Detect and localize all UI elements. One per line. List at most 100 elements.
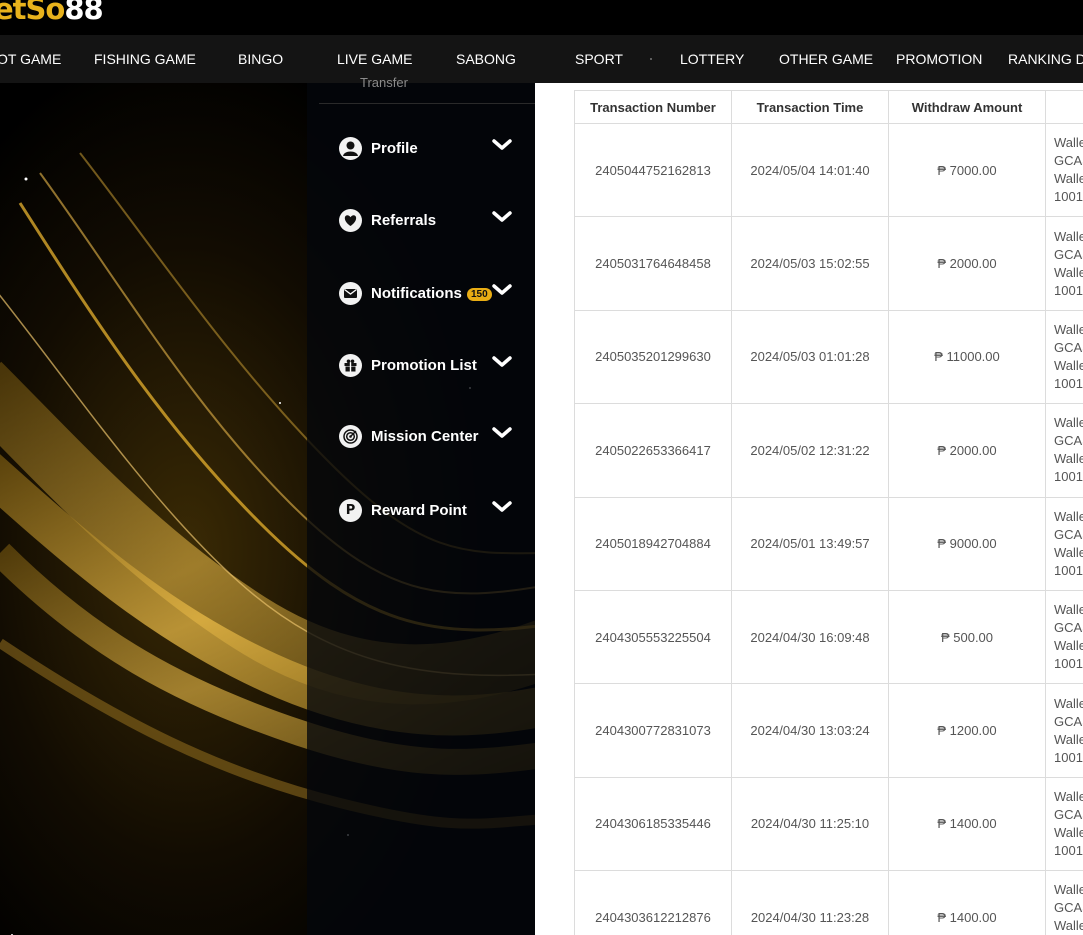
- nav-separator: [650, 58, 652, 60]
- remark-line: 1001: [1054, 282, 1083, 298]
- remark-cell: WalleGCASWalle1001: [1045, 122, 1083, 218]
- remark-line: Walle: [1054, 638, 1083, 654]
- remark-cell: WalleGCASWalle1001: [1045, 589, 1083, 685]
- sidebar-divider: [319, 103, 535, 104]
- nav-sport[interactable]: SPORT: [575, 35, 623, 83]
- table-header-row: Transaction Number Transaction Time With…: [574, 90, 1083, 124]
- transaction-time-cell: 2024/04/30 11:23:28: [731, 870, 889, 935]
- transaction-time-cell: 2024/05/02 12:31:22: [731, 403, 889, 498]
- remark-line: Walle: [1054, 602, 1083, 618]
- table-row: 2404300772831073 2024/04/30 13:03:24 ₱ 120…: [574, 683, 1083, 778]
- nav-sabong[interactable]: SABONG: [456, 35, 516, 83]
- table-row: 2405035201299630 2024/05/03 01:01:28 ₱ 110…: [574, 309, 1083, 405]
- sidebar-item-label: Referrals: [371, 212, 437, 229]
- withdraw-records-table: Transaction Number Transaction Time With…: [574, 90, 1083, 935]
- chevron-down-icon[interactable]: [491, 498, 513, 516]
- sidebar-item-notifications[interactable]: Notifications 150: [339, 279, 519, 309]
- table-row: 2404303612212876 2024/04/30 11:23:28 ₱ 140…: [574, 870, 1083, 935]
- nav-promotion[interactable]: PROMOTION: [896, 35, 982, 83]
- transaction-time-cell: 2024/04/30 13:03:24: [731, 683, 889, 778]
- sidebar-item-profile[interactable]: Profile: [339, 134, 519, 164]
- points-icon: P: [339, 499, 362, 522]
- sidebar-item-label: Notifications: [371, 285, 462, 302]
- sidebar-item-label: Mission Center: [371, 428, 479, 445]
- sidebar-item-promotion-list[interactable]: Promotion List: [339, 351, 519, 381]
- remark-line: 1001: [1054, 469, 1083, 485]
- remark-line: GCAS: [1054, 713, 1083, 729]
- column-header-withdraw-amount: Withdraw Amount: [888, 90, 1046, 124]
- withdraw-amount-cell: ₱ 1400.00: [888, 776, 1046, 872]
- chevron-down-icon[interactable]: [491, 136, 513, 154]
- remark-line: Walle: [1054, 731, 1083, 747]
- remark-line: 1001: [1054, 842, 1083, 858]
- sidebar-item-label: Reward Point: [371, 502, 467, 519]
- sidebar-item-transfer-label[interactable]: Transfer: [360, 75, 408, 90]
- remark-cell: WalleGCASWalle1001: [1045, 870, 1083, 935]
- remark-cell: WalleGCASWalle1001: [1045, 496, 1083, 591]
- transaction-time-cell: 2024/05/03 01:01:28: [731, 309, 889, 405]
- remark-line: Walle: [1054, 882, 1083, 898]
- main-nav: OT GAME FISHING GAME BINGO LIVE GAME SAB…: [0, 35, 1083, 83]
- table-row: 2405044752162813 2024/05/04 14:01:40 ₱ 700…: [574, 122, 1083, 218]
- nav-other-game[interactable]: OTHER GAME: [779, 35, 873, 83]
- remark-line: 1001: [1054, 375, 1083, 391]
- transaction-number-cell: 2404306185335446: [574, 776, 732, 872]
- user-icon: [339, 137, 362, 160]
- target-icon: [339, 425, 362, 448]
- withdraw-amount-cell: ₱ 2000.00: [888, 403, 1046, 498]
- remark-line: Walle: [1054, 321, 1083, 337]
- remark-line: Walle: [1054, 451, 1083, 467]
- chevron-down-icon[interactable]: [491, 208, 513, 226]
- remark-cell: Walle GCAS Walle 1001: [1045, 403, 1083, 498]
- column-header-transaction-number: Transaction Number: [574, 90, 732, 124]
- gift-icon: [339, 354, 362, 377]
- sidebar-item-referrals[interactable]: Referrals: [339, 206, 519, 236]
- remark-line: Walle: [1054, 228, 1083, 244]
- remark-line: 1001: [1054, 189, 1083, 205]
- remark-line: GCAS: [1054, 433, 1083, 449]
- sidebar-item-reward-point[interactable]: P Reward Point: [339, 496, 519, 526]
- transaction-number-cell: 2405044752162813: [574, 122, 732, 218]
- remark-line: GCAS: [1054, 153, 1083, 169]
- nav-slot-game[interactable]: OT GAME: [0, 35, 61, 83]
- remark-line: GCAS: [1054, 526, 1083, 542]
- remark-cell: WalleGCASWalle1001: [1045, 216, 1083, 311]
- transaction-number-cell: 2405031764648458: [574, 216, 732, 311]
- mail-icon: [339, 282, 362, 305]
- remark-line: Walle: [1054, 918, 1083, 934]
- sidebar-item-label: Promotion List: [371, 357, 477, 374]
- remark-line: Walle: [1054, 415, 1083, 431]
- remark-line: Walle: [1054, 695, 1083, 711]
- transaction-time-cell: 2024/04/30 16:09:48: [731, 589, 889, 685]
- nav-bingo[interactable]: BINGO: [238, 35, 283, 83]
- sidebar-item-label: Profile: [371, 140, 418, 157]
- chevron-down-icon[interactable]: [491, 281, 513, 299]
- transaction-time-cell: 2024/05/04 14:01:40: [731, 122, 889, 218]
- transaction-time-cell: 2024/05/01 13:49:57: [731, 496, 889, 591]
- remark-line: Walle: [1054, 135, 1083, 151]
- chevron-down-icon[interactable]: [491, 353, 513, 371]
- table-row: 2405018942704884 2024/05/01 13:49:57 ₱ 900…: [574, 496, 1083, 591]
- withdraw-amount-cell: ₱ 1400.00: [888, 870, 1046, 935]
- transaction-number-cell: 2405018942704884: [574, 496, 732, 591]
- remark-line: Walle: [1054, 264, 1083, 280]
- withdraw-amount-cell: ₱ 2000.00: [888, 216, 1046, 311]
- remark-line: GCAS: [1054, 806, 1083, 822]
- table-row: 2404306185335446 2024/04/30 11:25:10 ₱ 140…: [574, 776, 1083, 872]
- nav-ranking[interactable]: RANKING D: [1008, 35, 1083, 83]
- site-logo[interactable]: etSo88: [0, 0, 104, 26]
- transaction-time-cell: 2024/04/30 11:25:10: [731, 776, 889, 872]
- withdraw-records-panel: Transaction Number Transaction Time With…: [535, 83, 1083, 935]
- withdraw-amount-cell: ₱ 500.00: [888, 589, 1046, 685]
- table-row: 2404305553225504 2024/04/30 16:09:48 ₱ 500…: [574, 589, 1083, 685]
- chevron-down-icon[interactable]: [491, 424, 513, 442]
- remark-cell: WalleGCASWalle1001: [1045, 683, 1083, 778]
- withdraw-amount-cell: ₱ 1200.00: [888, 683, 1046, 778]
- remark-line: GCAS: [1054, 339, 1083, 355]
- nav-fishing-game[interactable]: FISHING GAME: [94, 35, 196, 83]
- remark-line: 1001: [1054, 656, 1083, 672]
- withdraw-amount-cell: ₱ 7000.00: [888, 122, 1046, 218]
- sidebar-item-mission-center[interactable]: Mission Center: [339, 422, 519, 452]
- nav-lottery[interactable]: LOTTERY: [680, 35, 744, 83]
- withdraw-amount-cell: ₱ 11000.00: [888, 309, 1046, 405]
